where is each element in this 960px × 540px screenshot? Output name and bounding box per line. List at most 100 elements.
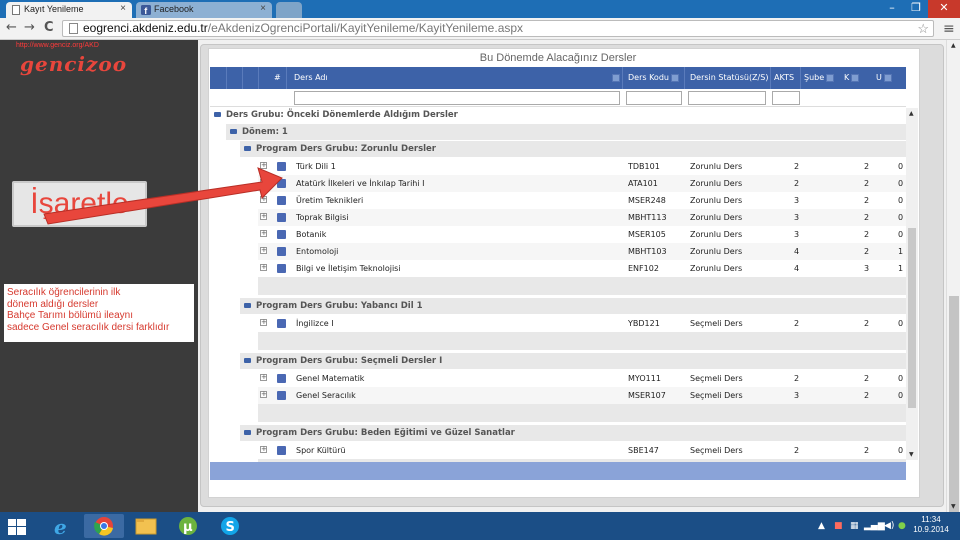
expand-icon[interactable]: + <box>260 213 267 220</box>
expand-icon[interactable]: + <box>260 264 267 271</box>
scroll-up-icon[interactable]: ▲ <box>909 110 914 117</box>
course-status: Zorunlu Ders <box>690 213 743 222</box>
collapse-icon[interactable] <box>244 430 251 435</box>
utorrent-icon[interactable]: µ <box>168 514 208 538</box>
tray-arrow-icon[interactable]: ▲ <box>818 512 825 540</box>
group-header-previous[interactable]: Ders Grubu: Önceki Dönemlerde Aldığım De… <box>214 107 458 123</box>
col-header-code[interactable]: Ders Kodu <box>628 67 679 89</box>
select-checkbox[interactable] <box>277 247 286 256</box>
back-icon[interactable]: ← <box>6 20 17 35</box>
course-row[interactable]: + Entomoloji MBHT103 Zorunlu Ders 4 2 1 <box>258 243 906 260</box>
group-header[interactable]: Program Ders Grubu: Seçmeli Dersler I <box>244 353 442 369</box>
sort-icon[interactable] <box>851 73 860 82</box>
tray-security-icon[interactable]: ■ <box>834 512 843 540</box>
select-checkbox[interactable] <box>277 391 286 400</box>
course-row[interactable]: + Türk Dili 1 TDB101 Zorunlu Ders 2 2 0 <box>258 158 906 175</box>
select-checkbox[interactable] <box>277 213 286 222</box>
filter-code-input[interactable] <box>626 91 682 105</box>
course-row[interactable]: + Spor Kültürü SBE147 Seçmeli Ders 2 2 0 <box>258 442 906 459</box>
group-header[interactable]: Program Ders Grubu: Yabancı Dil 1 <box>244 298 423 314</box>
new-tab-button[interactable] <box>276 2 302 18</box>
select-checkbox[interactable] <box>277 446 286 455</box>
course-row[interactable]: + İngilizce I YBD121 Seçmeli Ders 2 2 0 <box>258 315 906 332</box>
tray-network-icon[interactable]: ● <box>898 512 906 540</box>
sort-icon[interactable] <box>826 73 835 82</box>
term-header[interactable]: Dönem: 1 <box>230 124 288 140</box>
filter-status-input[interactable] <box>688 91 766 105</box>
clock-time: 11:34 <box>921 515 941 524</box>
filter-name-input[interactable] <box>294 91 620 105</box>
select-checkbox[interactable] <box>277 374 286 383</box>
expand-icon[interactable]: + <box>260 179 267 186</box>
tray-signal-icon[interactable]: ▂▄▆ <box>864 512 885 540</box>
select-checkbox[interactable] <box>277 230 286 239</box>
expand-icon[interactable]: + <box>260 374 267 381</box>
tab-close-icon[interactable]: × <box>120 3 126 14</box>
scroll-down-icon[interactable]: ▼ <box>951 503 956 510</box>
col-header-akts[interactable]: AKTS <box>774 67 794 89</box>
select-checkbox[interactable] <box>277 264 286 273</box>
scroll-thumb[interactable] <box>908 228 916 408</box>
course-row[interactable]: + Toprak Bilgisi MBHT113 Zorunlu Ders 3 2 0 <box>258 209 906 226</box>
scroll-thumb[interactable] <box>949 296 959 512</box>
url-input[interactable]: eogrenci.akdeniz.edu.tr/eAkdenizOgrenciP… <box>62 20 934 37</box>
course-row[interactable]: + Genel Matematik MYO111 Seçmeli Ders 2 2 0 <box>258 370 906 387</box>
select-checkbox[interactable] <box>277 196 286 205</box>
col-header-status[interactable]: Dersin Statüsü(Z/S) <box>690 67 768 89</box>
expand-icon[interactable]: + <box>260 319 267 326</box>
windows-start-icon[interactable] <box>8 519 26 535</box>
scroll-up-icon[interactable]: ▲ <box>951 42 956 49</box>
course-row[interactable]: + Bilgi ve İletişim Teknolojisi ENF102 Zoru… <box>258 260 906 277</box>
course-k: 2 <box>864 162 870 171</box>
file-explorer-icon[interactable] <box>126 514 166 538</box>
minimize-button[interactable]: – <box>880 0 904 18</box>
reload-icon[interactable]: C <box>44 20 54 35</box>
sort-icon[interactable] <box>612 74 620 82</box>
forward-icon[interactable]: → <box>24 20 35 35</box>
filter-akts-input[interactable] <box>772 91 800 105</box>
group-header-required[interactable]: Program Ders Grubu: Zorunlu Dersler <box>244 141 436 157</box>
expand-icon[interactable]: + <box>260 446 267 453</box>
col-header-name[interactable]: Ders Adı <box>294 67 624 89</box>
expand-icon[interactable]: + <box>260 230 267 237</box>
tab-close-icon[interactable]: × <box>260 3 266 14</box>
grid-scrollbar[interactable]: ▲ ▼ <box>906 108 918 460</box>
course-status: Zorunlu Ders <box>690 179 743 188</box>
expand-icon[interactable]: + <box>260 162 267 169</box>
scroll-down-icon[interactable]: ▼ <box>909 451 914 458</box>
sort-icon[interactable] <box>670 73 679 82</box>
ie-icon[interactable]: e <box>42 514 82 539</box>
course-row[interactable]: + Atatürk İlkeleri ve İnkılap Tarihi I ATA… <box>258 175 906 192</box>
collapse-icon[interactable] <box>214 112 221 117</box>
skype-icon[interactable]: S <box>210 514 250 538</box>
course-row[interactable]: + Botanik MSER105 Zorunlu Ders 3 2 0 <box>258 226 906 243</box>
select-checkbox[interactable] <box>277 319 286 328</box>
window-close-button[interactable]: ✕ <box>928 0 960 18</box>
col-header-u[interactable]: U <box>876 67 892 89</box>
taskbar-clock[interactable]: 11:34 10.9.2014 <box>906 515 956 535</box>
select-checkbox[interactable] <box>277 162 286 171</box>
tray-volume-icon[interactable]: ◀) <box>884 512 894 540</box>
expand-icon[interactable]: + <box>260 247 267 254</box>
sort-icon[interactable] <box>883 73 892 82</box>
collapse-icon[interactable] <box>230 129 237 134</box>
tray-keyboard-icon[interactable]: ▦ <box>850 512 859 540</box>
course-row[interactable]: + Genel Seracılık MSER107 Seçmeli Ders 3 2 0 <box>258 387 906 404</box>
maximize-button[interactable]: ❐ <box>906 0 926 18</box>
course-row[interactable]: + Üretim Teknikleri MSER248 Zorunlu Ders 3 2 0 <box>258 192 906 209</box>
col-header-k[interactable]: K <box>844 67 860 89</box>
chrome-icon[interactable] <box>84 514 124 538</box>
group-header[interactable]: Program Ders Grubu: Beden Eğitimi ve Güz… <box>244 425 515 441</box>
collapse-icon[interactable] <box>244 358 251 363</box>
browser-menu-icon[interactable]: ≡ <box>943 21 955 37</box>
select-checkbox[interactable] <box>277 179 286 188</box>
expand-icon[interactable]: + <box>260 391 267 398</box>
col-header-section[interactable]: Şube <box>804 67 835 89</box>
tab-facebook[interactable]: f Facebook × <box>136 2 272 18</box>
bookmark-star-icon[interactable]: ☆ <box>917 21 929 36</box>
collapse-icon[interactable] <box>244 303 251 308</box>
expand-icon[interactable]: + <box>260 196 267 203</box>
tab-kayit-yenileme[interactable]: Kayıt Yenileme × <box>6 2 132 18</box>
page-scrollbar[interactable]: ▲ ▼ <box>946 40 960 512</box>
collapse-icon[interactable] <box>244 146 251 151</box>
